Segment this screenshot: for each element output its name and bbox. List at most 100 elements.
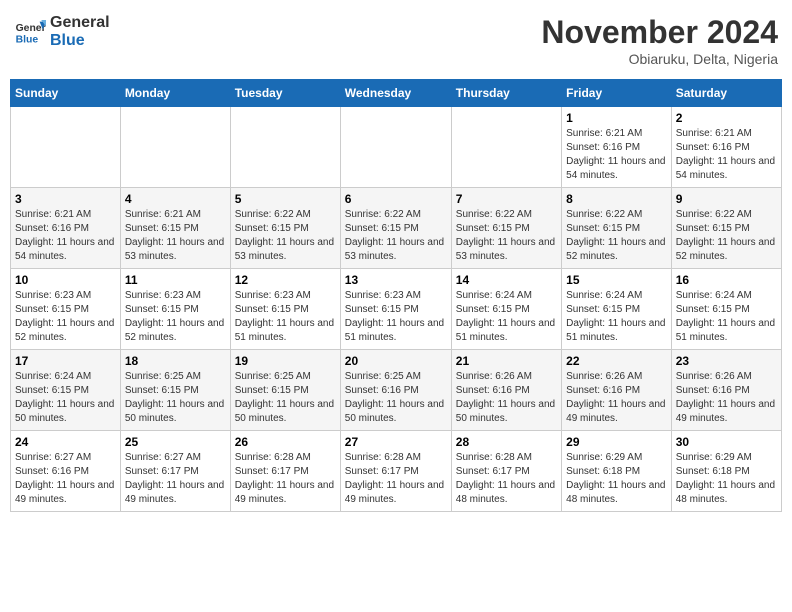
day-number: 30 bbox=[676, 435, 777, 449]
weekday-header-row: SundayMondayTuesdayWednesdayThursdayFrid… bbox=[11, 80, 782, 107]
calendar-cell: 24Sunrise: 6:27 AM Sunset: 6:16 PM Dayli… bbox=[11, 431, 121, 512]
calendar-cell: 21 Sunrise: 6:26 AM Sunset: 6:16 PM Dayli… bbox=[451, 350, 561, 431]
calendar-cell: 28 Sunrise: 6:28 AM Sunset: 6:17 PM Dayli… bbox=[451, 431, 561, 512]
day-number: 24 bbox=[15, 435, 116, 449]
calendar-cell: 30 Sunrise: 6:29 AM Sunset: 6:18 PM Dayli… bbox=[671, 431, 781, 512]
day-number: 13 bbox=[345, 273, 447, 287]
day-number: 11 bbox=[125, 273, 226, 287]
weekday-header-wednesday: Wednesday bbox=[340, 80, 451, 107]
weekday-header-thursday: Thursday bbox=[451, 80, 561, 107]
calendar-cell: 20 Sunrise: 6:25 AM Sunset: 6:16 PM Dayli… bbox=[340, 350, 451, 431]
day-info: Sunrise: 6:21 AM Sunset: 6:15 PM Dayligh… bbox=[125, 208, 226, 264]
calendar-table: SundayMondayTuesdayWednesdayThursdayFrid… bbox=[10, 79, 782, 512]
logo-icon: General Blue bbox=[14, 18, 46, 46]
day-info: Sunrise: 6:25 AM Sunset: 6:15 PM Dayligh… bbox=[125, 370, 226, 426]
day-number: 23 bbox=[676, 354, 777, 368]
day-info: Sunrise: 6:22 AM Sunset: 6:15 PM Dayligh… bbox=[676, 208, 777, 264]
title-section: November 2024 Obiaruku, Delta, Nigeria bbox=[541, 14, 778, 67]
calendar-cell: 14Sunrise: 6:24 AM Sunset: 6:15 PM Dayli… bbox=[451, 269, 561, 350]
calendar-cell bbox=[451, 107, 561, 188]
day-info: Sunrise: 6:26 AM Sunset: 6:16 PM Dayligh… bbox=[676, 370, 777, 426]
logo-blue: Blue bbox=[50, 32, 110, 50]
logo-general: General bbox=[50, 14, 110, 32]
calendar-cell: 22Sunrise: 6:26 AM Sunset: 6:16 PM Dayli… bbox=[562, 350, 672, 431]
day-info: Sunrise: 6:25 AM Sunset: 6:16 PM Dayligh… bbox=[345, 370, 447, 426]
day-info: Sunrise: 6:21 AM Sunset: 6:16 PM Dayligh… bbox=[566, 127, 667, 183]
day-number: 25 bbox=[125, 435, 226, 449]
day-number: 8 bbox=[566, 192, 667, 206]
day-number: 17 bbox=[15, 354, 116, 368]
calendar-week-row: 10 Sunrise: 6:23 AM Sunset: 6:15 PM Dayli… bbox=[11, 269, 782, 350]
day-info: Sunrise: 6:24 AM Sunset: 6:15 PM Dayligh… bbox=[456, 289, 557, 345]
day-info: Sunrise: 6:22 AM Sunset: 6:15 PM Dayligh… bbox=[566, 208, 667, 264]
calendar-cell bbox=[340, 107, 451, 188]
calendar-cell: 8 Sunrise: 6:22 AM Sunset: 6:15 PM Daylig… bbox=[562, 188, 672, 269]
day-number: 29 bbox=[566, 435, 667, 449]
calendar-cell bbox=[11, 107, 121, 188]
day-info: Sunrise: 6:23 AM Sunset: 6:15 PM Dayligh… bbox=[235, 289, 336, 345]
day-info: Sunrise: 6:29 AM Sunset: 6:18 PM Dayligh… bbox=[676, 451, 777, 507]
day-number: 28 bbox=[456, 435, 557, 449]
calendar-cell: 25 Sunrise: 6:27 AM Sunset: 6:17 PM Dayli… bbox=[120, 431, 230, 512]
day-info: Sunrise: 6:26 AM Sunset: 6:16 PM Dayligh… bbox=[456, 370, 557, 426]
logo: General Blue General Blue bbox=[14, 14, 110, 49]
day-info: Sunrise: 6:21 AM Sunset: 6:16 PM Dayligh… bbox=[15, 208, 116, 264]
day-number: 10 bbox=[15, 273, 116, 287]
day-info: Sunrise: 6:24 AM Sunset: 6:15 PM Dayligh… bbox=[15, 370, 116, 426]
calendar-cell: 12 Sunrise: 6:23 AM Sunset: 6:15 PM Dayli… bbox=[230, 269, 340, 350]
calendar-cell: 27 Sunrise: 6:28 AM Sunset: 6:17 PM Dayli… bbox=[340, 431, 451, 512]
day-info: Sunrise: 6:23 AM Sunset: 6:15 PM Dayligh… bbox=[345, 289, 447, 345]
day-info: Sunrise: 6:22 AM Sunset: 6:15 PM Dayligh… bbox=[345, 208, 447, 264]
location: Obiaruku, Delta, Nigeria bbox=[541, 51, 778, 67]
calendar-cell: 18 Sunrise: 6:25 AM Sunset: 6:15 PM Dayli… bbox=[120, 350, 230, 431]
day-info: Sunrise: 6:24 AM Sunset: 6:15 PM Dayligh… bbox=[676, 289, 777, 345]
day-number: 19 bbox=[235, 354, 336, 368]
day-number: 21 bbox=[456, 354, 557, 368]
calendar-cell: 4 Sunrise: 6:21 AM Sunset: 6:15 PM Daylig… bbox=[120, 188, 230, 269]
weekday-header-sunday: Sunday bbox=[11, 80, 121, 107]
day-info: Sunrise: 6:27 AM Sunset: 6:17 PM Dayligh… bbox=[125, 451, 226, 507]
calendar-cell: 16 Sunrise: 6:24 AM Sunset: 6:15 PM Dayli… bbox=[671, 269, 781, 350]
calendar-cell: 3Sunrise: 6:21 AM Sunset: 6:16 PM Daylig… bbox=[11, 188, 121, 269]
calendar-cell: 9 Sunrise: 6:22 AM Sunset: 6:15 PM Daylig… bbox=[671, 188, 781, 269]
day-number: 9 bbox=[676, 192, 777, 206]
day-info: Sunrise: 6:28 AM Sunset: 6:17 PM Dayligh… bbox=[456, 451, 557, 507]
calendar-cell bbox=[120, 107, 230, 188]
calendar-week-row: 3Sunrise: 6:21 AM Sunset: 6:16 PM Daylig… bbox=[11, 188, 782, 269]
calendar-cell: 26Sunrise: 6:28 AM Sunset: 6:17 PM Dayli… bbox=[230, 431, 340, 512]
day-info: Sunrise: 6:28 AM Sunset: 6:17 PM Dayligh… bbox=[345, 451, 447, 507]
calendar-cell: 23 Sunrise: 6:26 AM Sunset: 6:16 PM Dayli… bbox=[671, 350, 781, 431]
calendar-cell: 11 Sunrise: 6:23 AM Sunset: 6:15 PM Dayli… bbox=[120, 269, 230, 350]
day-number: 16 bbox=[676, 273, 777, 287]
day-number: 27 bbox=[345, 435, 447, 449]
calendar-cell: 13 Sunrise: 6:23 AM Sunset: 6:15 PM Dayli… bbox=[340, 269, 451, 350]
calendar-cell: 19 Sunrise: 6:25 AM Sunset: 6:15 PM Dayli… bbox=[230, 350, 340, 431]
day-info: Sunrise: 6:24 AM Sunset: 6:15 PM Dayligh… bbox=[566, 289, 667, 345]
calendar-cell: 7Sunrise: 6:22 AM Sunset: 6:15 PM Daylig… bbox=[451, 188, 561, 269]
day-info: Sunrise: 6:23 AM Sunset: 6:15 PM Dayligh… bbox=[125, 289, 226, 345]
calendar-cell: 2Sunrise: 6:21 AM Sunset: 6:16 PM Daylig… bbox=[671, 107, 781, 188]
day-number: 22 bbox=[566, 354, 667, 368]
calendar-week-row: 1Sunrise: 6:21 AM Sunset: 6:16 PM Daylig… bbox=[11, 107, 782, 188]
day-number: 4 bbox=[125, 192, 226, 206]
weekday-header-monday: Monday bbox=[120, 80, 230, 107]
day-info: Sunrise: 6:22 AM Sunset: 6:15 PM Dayligh… bbox=[456, 208, 557, 264]
calendar-cell: 29 Sunrise: 6:29 AM Sunset: 6:18 PM Dayli… bbox=[562, 431, 672, 512]
day-number: 12 bbox=[235, 273, 336, 287]
day-number: 18 bbox=[125, 354, 226, 368]
calendar-cell: 5Sunrise: 6:22 AM Sunset: 6:15 PM Daylig… bbox=[230, 188, 340, 269]
calendar-cell: 1Sunrise: 6:21 AM Sunset: 6:16 PM Daylig… bbox=[562, 107, 672, 188]
day-info: Sunrise: 6:23 AM Sunset: 6:15 PM Dayligh… bbox=[15, 289, 116, 345]
day-number: 6 bbox=[345, 192, 447, 206]
calendar-cell: 17 Sunrise: 6:24 AM Sunset: 6:15 PM Dayli… bbox=[11, 350, 121, 431]
day-info: Sunrise: 6:29 AM Sunset: 6:18 PM Dayligh… bbox=[566, 451, 667, 507]
day-info: Sunrise: 6:28 AM Sunset: 6:17 PM Dayligh… bbox=[235, 451, 336, 507]
calendar-cell: 15Sunrise: 6:24 AM Sunset: 6:15 PM Dayli… bbox=[562, 269, 672, 350]
day-info: Sunrise: 6:21 AM Sunset: 6:16 PM Dayligh… bbox=[676, 127, 777, 183]
day-number: 5 bbox=[235, 192, 336, 206]
day-info: Sunrise: 6:25 AM Sunset: 6:15 PM Dayligh… bbox=[235, 370, 336, 426]
weekday-header-tuesday: Tuesday bbox=[230, 80, 340, 107]
svg-text:Blue: Blue bbox=[16, 34, 39, 45]
day-number: 20 bbox=[345, 354, 447, 368]
page-header: General Blue General Blue November 2024 … bbox=[10, 10, 782, 71]
